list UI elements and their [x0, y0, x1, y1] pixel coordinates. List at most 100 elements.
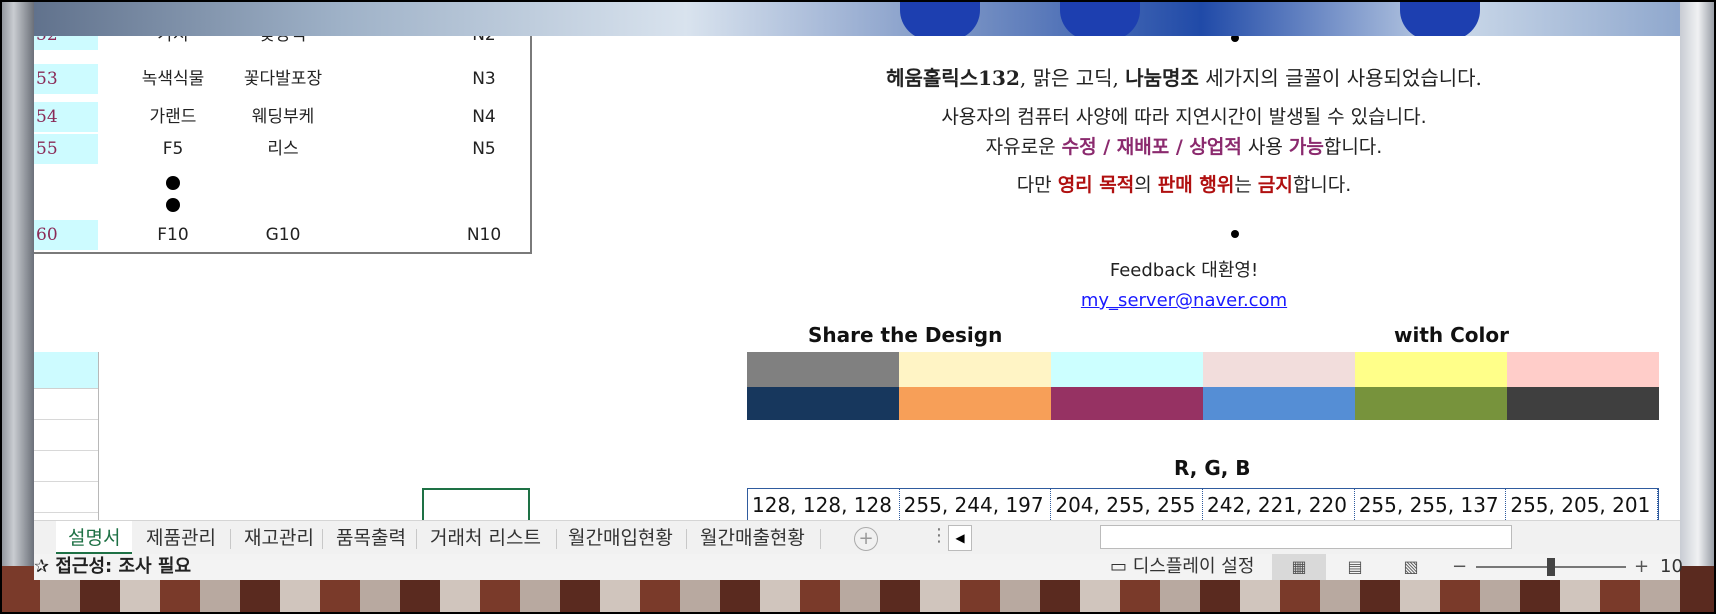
background-shape: [1060, 0, 1140, 40]
font-info-tail: 세가지의 글꼴이 사용되었습니다.: [1198, 66, 1482, 90]
tab-separator: [820, 529, 821, 549]
table-cell[interactable]: 가지: [118, 36, 228, 50]
table-header-cell[interactable]: [34, 352, 98, 389]
color-swatch[interactable]: [1051, 387, 1203, 420]
row-number-cell[interactable]: 53: [34, 64, 98, 94]
table-cell[interactable]: [34, 389, 98, 420]
table-cell[interactable]: N4: [454, 102, 514, 132]
normal-view-icon[interactable]: ▦: [1272, 554, 1326, 580]
text: 는: [1234, 174, 1258, 196]
table-cell[interactable]: 꽃다발포장: [228, 64, 338, 94]
color-swatch[interactable]: [747, 387, 899, 420]
tab-월간매입현황[interactable]: 월간매입현황: [556, 521, 685, 555]
table-cell[interactable]: G10: [228, 220, 338, 250]
rgb-value-cell[interactable]: 204, 255, 255: [1051, 489, 1204, 520]
color-swatch[interactable]: [899, 352, 1051, 387]
rgb-value-cell[interactable]: 255, 244, 197: [900, 489, 1052, 520]
table-cell[interactable]: 웨딩부케: [228, 102, 338, 132]
swatch-row-light: [747, 352, 1659, 387]
text: 합니다.: [1323, 136, 1383, 158]
zoom-level[interactable]: 10: [1660, 554, 1683, 580]
display-settings-button[interactable]: ▭ 디스플레이 설정: [1110, 554, 1254, 580]
tab-재고관리[interactable]: 재고관리: [232, 521, 326, 555]
sheet-tab-bar: 설명서 제품관리 재고관리 품목출력 거래처 리스트 월간매입현황 월간매출현황…: [34, 520, 1680, 555]
table-row[interactable]: 54 가랜드 웨딩부케 N4: [34, 102, 530, 132]
page-layout-view-icon[interactable]: ▤: [1328, 554, 1382, 580]
table-cell[interactable]: 꽃장식: [228, 36, 338, 50]
background-shape: [1400, 0, 1480, 40]
color-swatch[interactable]: [1355, 387, 1507, 420]
row-number-cell[interactable]: 54: [34, 102, 98, 132]
table-cell[interactable]: N2: [454, 36, 514, 50]
text: 다만: [1016, 174, 1058, 196]
rgb-value-cell[interactable]: 128, 128, 128: [748, 489, 900, 520]
status-bar: ✰ 접근성: 조사 필요 ▭ 디스플레이 설정 ▦ ▤ ▧ − + 10: [34, 554, 1683, 580]
background-shape: [0, 0, 34, 614]
tab-월간매출현황[interactable]: 월간매출현황: [688, 521, 817, 555]
horizontal-scrollbar[interactable]: [1100, 525, 1512, 549]
table-cell[interactable]: [34, 420, 98, 451]
tab-separator: [686, 529, 687, 549]
email-link[interactable]: my_server@naver.com: [734, 290, 1634, 311]
share-design-label: Share the Design: [808, 323, 1003, 347]
row-number-cell[interactable]: 55: [34, 134, 98, 164]
selected-cell[interactable]: [422, 488, 530, 520]
font-info-line: 헤움홀릭스132, 맑은 고딕, 나눔명조 세가지의 글꼴이 사용되었습니다.: [734, 62, 1634, 91]
latency-notice: 사용자의 컴퓨터 사양에 따라 지연시간이 발생될 수 있습니다.: [941, 106, 1427, 128]
more-options-icon[interactable]: ⋮: [930, 525, 948, 546]
table-row[interactable]: 53 녹색식물 꽃다발포장 N3: [34, 64, 530, 94]
table-cell[interactable]: F5: [118, 134, 228, 164]
row-number-cell[interactable]: 52: [34, 36, 98, 50]
table-cell[interactable]: [34, 451, 98, 482]
tab-separator: [322, 529, 323, 549]
color-swatch[interactable]: [1507, 387, 1659, 420]
zoom-in-icon[interactable]: +: [1634, 554, 1649, 580]
text: 자유로운: [985, 136, 1062, 158]
lower-left-table: [34, 352, 99, 520]
color-swatch[interactable]: [1203, 352, 1355, 387]
color-swatch[interactable]: [1507, 352, 1659, 387]
color-swatch[interactable]: [747, 352, 899, 387]
spreadsheet-grid[interactable]: 52 가지 꽃장식 N2 53 녹색식물 꽃다발포장 N3 54 가랜드 웨딩부…: [34, 36, 1680, 520]
rgb-value-cell[interactable]: 255, 255, 137: [1355, 489, 1507, 520]
rgb-value-cell[interactable]: 255, 205, 201: [1506, 489, 1659, 520]
bullet-icon: [1231, 230, 1239, 238]
background-shape: [900, 0, 980, 40]
tab-거래처-리스트[interactable]: 거래처 리스트: [418, 521, 553, 555]
color-swatch[interactable]: [1203, 387, 1355, 420]
accessibility-status[interactable]: ✰ 접근성: 조사 필요: [34, 554, 191, 580]
row-number-cell[interactable]: 60: [34, 220, 98, 250]
license-notice: 자유로운 수정 / 재배포 / 상업적 사용 가능합니다.: [734, 132, 1634, 159]
table-cell[interactable]: F10: [118, 220, 228, 250]
table-cell[interactable]: [34, 482, 98, 513]
font-name: 나눔명조: [1125, 66, 1199, 90]
row-number: 60: [36, 225, 58, 245]
scroll-left-icon[interactable]: ◀: [948, 525, 972, 551]
color-swatch[interactable]: [899, 387, 1051, 420]
table-cell[interactable]: 가랜드: [118, 102, 228, 132]
zoom-slider-handle[interactable]: [1547, 558, 1555, 576]
tab-품목출력[interactable]: 품목출력: [324, 521, 418, 555]
tab-설명서[interactable]: 설명서: [56, 521, 133, 555]
table-row[interactable]: 52 가지 꽃장식 N2: [34, 36, 530, 50]
color-swatch[interactable]: [1355, 352, 1507, 387]
table-row[interactable]: 60 F10 G10 N10: [34, 220, 530, 250]
swatch-row-dark: [747, 387, 1659, 420]
page-break-view-icon[interactable]: ▧: [1384, 554, 1438, 580]
table-row[interactable]: 55 F5 리스 N5: [34, 134, 530, 164]
rgb-value-cell[interactable]: 242, 221, 220: [1203, 489, 1355, 520]
zoom-out-icon[interactable]: −: [1452, 554, 1467, 580]
ellipsis-dot-icon: [166, 198, 180, 212]
color-swatch[interactable]: [1051, 352, 1203, 387]
table-cell[interactable]: 리스: [228, 134, 338, 164]
table-cell[interactable]: N10: [454, 220, 514, 250]
warning-text: 판매 행위: [1157, 174, 1235, 196]
table-cell[interactable]: 녹색식물: [118, 64, 228, 94]
rgb-title: R, G, B: [1174, 456, 1251, 480]
add-sheet-icon[interactable]: +: [854, 527, 878, 551]
tab-제품관리[interactable]: 제품관리: [134, 521, 228, 555]
rgb-values-row: 128, 128, 128 255, 244, 197 204, 255, 255 2…: [747, 488, 1659, 520]
table-cell[interactable]: N3: [454, 64, 514, 94]
table-cell[interactable]: N5: [454, 134, 514, 164]
text: 사용: [1241, 136, 1289, 158]
